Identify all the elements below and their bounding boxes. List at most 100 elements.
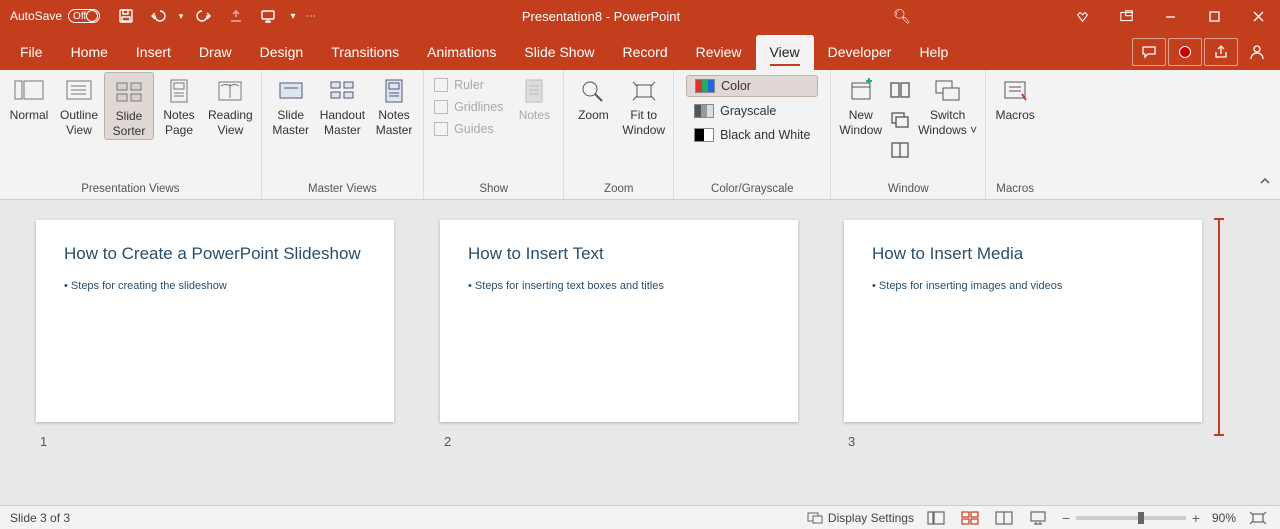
minimize-button[interactable]	[1148, 0, 1192, 32]
presentation-views-label: Presentation Views	[4, 179, 257, 199]
slide-thumb-1[interactable]: How to Create a PowerPoint Slideshow Ste…	[36, 220, 394, 422]
reading-view-icon	[213, 76, 247, 106]
fit-to-window-button[interactable]: Fit to Window	[618, 72, 669, 138]
qat-more-icon[interactable]: ⋯	[304, 2, 318, 30]
tab-slideshow[interactable]: Slide Show	[510, 35, 608, 70]
color-grayscale-label: Color/Grayscale	[678, 179, 826, 199]
slide-title: How to Insert Text	[468, 244, 770, 264]
slide-bullet: Steps for inserting text boxes and title…	[468, 280, 770, 292]
share-button[interactable]	[1204, 38, 1238, 66]
slide-thumb-2[interactable]: How to Insert Text Steps for inserting t…	[440, 220, 798, 422]
tab-record[interactable]: Record	[608, 35, 681, 70]
undo-dropdown-icon[interactable]: ▾	[176, 2, 186, 30]
normal-view-status-button[interactable]	[924, 508, 948, 528]
tab-transitions[interactable]: Transitions	[317, 35, 413, 70]
maximize-button[interactable]	[1192, 0, 1236, 32]
guides-checkbox[interactable]: Guides	[434, 122, 503, 136]
notes-master-button[interactable]: Notes Master	[369, 72, 419, 138]
zoom-in-button[interactable]: +	[1192, 510, 1200, 526]
macros-button[interactable]: Macros	[990, 72, 1040, 123]
master-views-label: Master Views	[266, 179, 419, 199]
undo-icon[interactable]	[144, 2, 172, 30]
sorter-view-status-button[interactable]	[958, 508, 982, 528]
notes-master-icon	[377, 76, 411, 106]
slide-sorter-canvas[interactable]: How to Create a PowerPoint Slideshow Ste…	[0, 200, 1280, 505]
notes-icon	[517, 76, 551, 106]
normal-view-button[interactable]: Normal	[4, 72, 54, 123]
cascade-button[interactable]	[886, 106, 914, 134]
fit-slide-button[interactable]	[1246, 508, 1270, 528]
comments-button[interactable]	[1132, 38, 1166, 66]
zoom-percent[interactable]: 90%	[1212, 511, 1236, 525]
save-icon[interactable]	[112, 2, 140, 30]
reading-view-status-button[interactable]	[992, 508, 1016, 528]
slide-sorter-button[interactable]: Slide Sorter	[104, 72, 154, 140]
qat-dropdown-icon[interactable]: ▾	[286, 2, 300, 30]
search-icon[interactable]: 🔍︎	[884, 8, 920, 25]
ribbon-mode-icon[interactable]	[1104, 0, 1148, 32]
black-white-button[interactable]: Black and White	[686, 125, 818, 145]
close-button[interactable]	[1236, 0, 1280, 32]
gridlines-checkbox[interactable]: Gridlines	[434, 100, 503, 114]
show-label: Show	[428, 179, 559, 199]
macros-icon	[998, 76, 1032, 106]
slide-number: 2	[444, 434, 798, 449]
slide-number: 3	[848, 434, 1202, 449]
tab-draw[interactable]: Draw	[185, 35, 246, 70]
tab-view[interactable]: View	[756, 35, 814, 70]
zoom-slider[interactable]	[1076, 516, 1186, 520]
zoom-button[interactable]: Zoom	[568, 72, 618, 123]
tab-home[interactable]: Home	[57, 35, 122, 70]
touch-mode-icon[interactable]	[222, 2, 250, 30]
redo-icon[interactable]	[190, 2, 218, 30]
slide-title: How to Insert Media	[872, 244, 1174, 264]
new-window-button[interactable]: New Window	[835, 72, 886, 138]
tab-help[interactable]: Help	[905, 35, 962, 70]
ruler-checkbox[interactable]: Ruler	[434, 78, 503, 92]
notes-page-button[interactable]: Notes Page	[154, 72, 204, 138]
window-label: Window	[835, 179, 981, 199]
tab-insert[interactable]: Insert	[122, 35, 185, 70]
start-slideshow-icon[interactable]	[254, 2, 282, 30]
tab-review[interactable]: Review	[682, 35, 756, 70]
zoom-out-button[interactable]: −	[1062, 510, 1070, 526]
reading-view-button[interactable]: Reading View	[204, 72, 257, 138]
color-button[interactable]: Color	[686, 75, 818, 97]
arrange-all-button[interactable]	[886, 76, 914, 104]
grayscale-button[interactable]: Grayscale	[686, 101, 818, 121]
slide-title: How to Create a PowerPoint Slideshow	[64, 244, 366, 264]
switch-windows-button[interactable]: Switch Windows ˅	[914, 72, 981, 138]
premium-icon[interactable]	[1060, 0, 1104, 32]
move-split-button[interactable]	[886, 136, 914, 164]
slide-bullet: Steps for creating the slideshow	[64, 280, 366, 292]
zoom-label: Zoom	[568, 179, 669, 199]
outline-view-icon	[62, 76, 96, 106]
record-button[interactable]	[1168, 38, 1202, 66]
document-title: Presentation8 - PowerPoint	[318, 9, 884, 24]
autosave-toggle[interactable]: AutoSave Off	[10, 9, 100, 23]
fit-to-window-icon	[627, 76, 661, 106]
account-icon[interactable]	[1240, 38, 1274, 66]
slide-counter[interactable]: Slide 3 of 3	[10, 511, 70, 525]
ribbon-tabs: File Home Insert Draw Design Transitions…	[0, 32, 1280, 70]
display-settings-button[interactable]: Display Settings	[807, 511, 914, 525]
handout-master-button[interactable]: Handout Master	[316, 72, 369, 138]
macros-label: Macros	[990, 179, 1040, 199]
handout-master-icon	[325, 76, 359, 106]
slideshow-status-button[interactable]	[1026, 508, 1050, 528]
switch-windows-icon	[931, 76, 965, 106]
slide-number: 1	[40, 434, 394, 449]
tab-design[interactable]: Design	[246, 35, 318, 70]
slide-master-button[interactable]: Slide Master	[266, 72, 316, 138]
slide-thumb-3[interactable]: How to Insert Media Steps for inserting …	[844, 220, 1202, 422]
outline-view-button[interactable]: Outline View	[54, 72, 104, 138]
slide-master-icon	[274, 76, 308, 106]
tab-animations[interactable]: Animations	[413, 35, 510, 70]
ribbon: Normal Outline View Slide Sorter Notes P…	[0, 70, 1280, 200]
notes-page-icon	[162, 76, 196, 106]
tab-file[interactable]: File	[6, 35, 57, 70]
slide-bullet: Steps for inserting images and videos	[872, 280, 1174, 292]
title-bar: AutoSave Off ▾ ▾ ⋯ Presentation8 - Power…	[0, 0, 1280, 32]
tab-developer[interactable]: Developer	[814, 35, 906, 70]
collapse-ribbon-button[interactable]	[1258, 174, 1272, 193]
